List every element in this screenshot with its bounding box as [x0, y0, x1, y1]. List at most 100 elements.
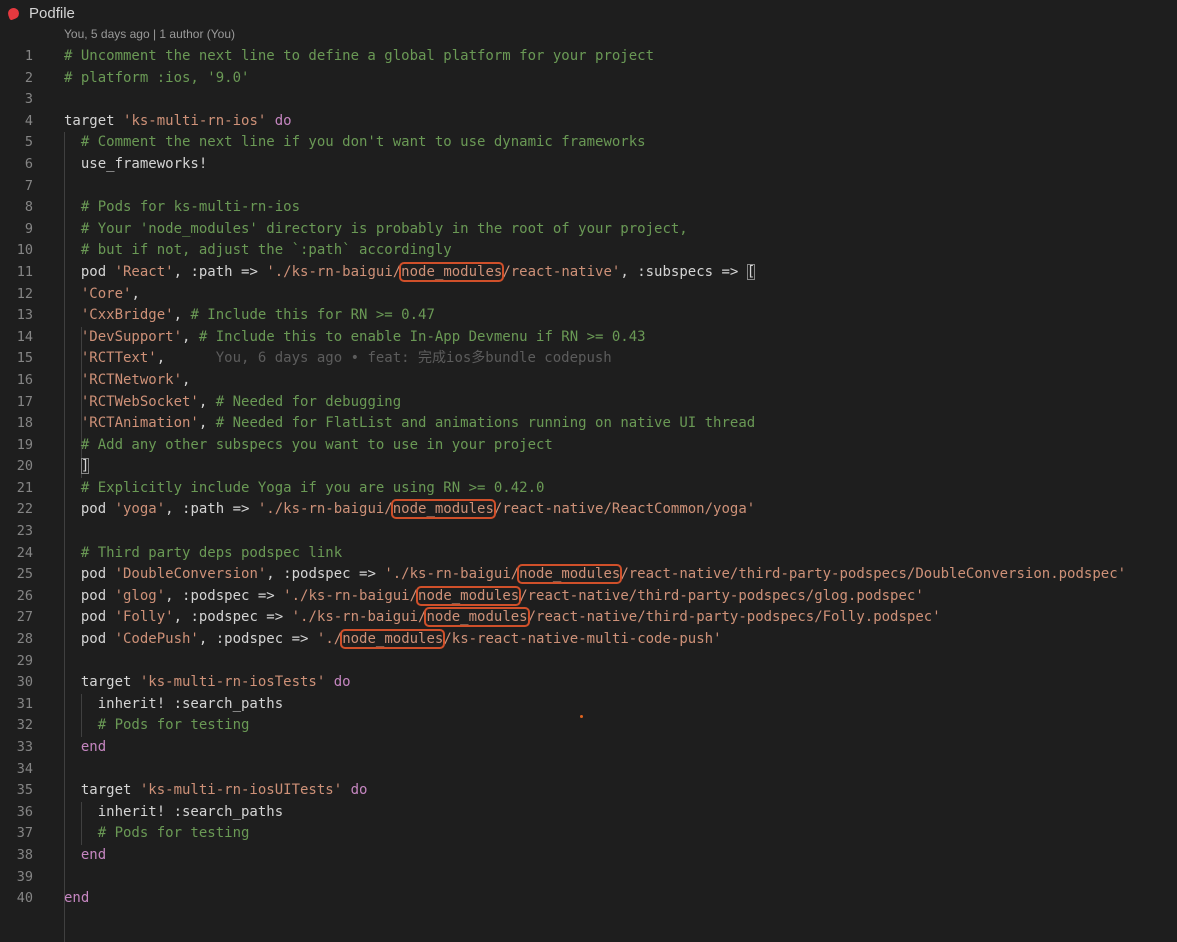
- code-line[interactable]: 36 inherit! :search_paths: [0, 802, 1177, 824]
- code-line[interactable]: 16 'RCTNetwork',: [0, 370, 1177, 392]
- code-line[interactable]: 17 'RCTWebSocket', # Needed for debuggin…: [0, 392, 1177, 414]
- code-string: './: [316, 631, 343, 648]
- line-number: 33: [16, 739, 33, 755]
- line-number: 25: [16, 566, 33, 583]
- code-content[interactable]: # Pods for testing: [64, 823, 250, 845]
- code-line[interactable]: 40 end: [0, 888, 1177, 910]
- code-content[interactable]: 'RCTText', You, 6 days ago • feat: 完成ios…: [64, 348, 612, 370]
- code-line[interactable]: 35 target 'ks-multi-rn-iosUITests' do: [0, 780, 1177, 802]
- code-string: /react-native/third-party-podspecs/Folly…: [527, 609, 941, 626]
- code-line[interactable]: 1 # Uncomment the next line to define a g…: [0, 46, 1177, 68]
- code-line[interactable]: 13 'CxxBridge', # Include this for RN >=…: [0, 305, 1177, 327]
- code-content[interactable]: 'Core',: [64, 284, 140, 306]
- code-content[interactable]: target 'ks-multi-rn-ios' do: [64, 111, 292, 133]
- code-line[interactable]: 20 ]: [0, 456, 1177, 478]
- code-content[interactable]: inherit! :search_paths: [64, 694, 283, 716]
- line-number: 24: [16, 544, 33, 561]
- code-content[interactable]: # Uncomment the next line to define a gl…: [64, 46, 654, 68]
- line-number: 9: [24, 220, 33, 237]
- code-line[interactable]: 27 pod 'Folly', :podspec => './ks-rn-bai…: [0, 607, 1177, 629]
- code-content[interactable]: # Your 'node_modules' directory is proba…: [64, 219, 688, 241]
- code-line[interactable]: 6 use_frameworks!: [0, 154, 1177, 176]
- code-content[interactable]: 'DevSupport', # Include this to enable I…: [64, 327, 646, 349]
- code-content[interactable]: end: [64, 845, 106, 867]
- code-line[interactable]: 4 target 'ks-multi-rn-ios' do: [0, 111, 1177, 133]
- code-content[interactable]: # Explicitly include Yoga if you are usi…: [64, 478, 545, 500]
- code-editor[interactable]: 1 # Uncomment the next line to define a g…: [0, 46, 1177, 942]
- code-content[interactable]: use_frameworks!: [64, 154, 207, 176]
- code-keyword: end: [64, 890, 90, 907]
- code-text: pod: [64, 501, 115, 518]
- code-content[interactable]: pod 'glog', :podspec => './ks-rn-baigui/…: [64, 585, 924, 608]
- code-content[interactable]: # Add any other subspecs you want to use…: [64, 435, 553, 457]
- code-line[interactable]: 5 # Comment the next line if you don't w…: [0, 132, 1177, 154]
- code-content[interactable]: pod 'yoga', :path => './ks-rn-baigui/nod…: [64, 499, 755, 521]
- code-content[interactable]: # platform :ios, '9.0': [64, 68, 249, 90]
- code-line[interactable]: 2 # platform :ios, '9.0': [0, 68, 1177, 90]
- code-content[interactable]: # Comment the next line if you don't wan…: [64, 132, 646, 154]
- code-line[interactable]: 26 pod 'glog', :podspec => './ks-rn-baig…: [0, 585, 1177, 608]
- code-content[interactable]: 'CxxBridge', # Include this for RN >= 0.…: [64, 305, 435, 327]
- code-content[interactable]: # but if not, adjust the `:path` accordi…: [64, 240, 452, 262]
- code-content[interactable]: pod 'CodePush', :podspec => './node_modu…: [64, 629, 722, 651]
- code-line[interactable]: 18 'RCTAnimation', # Needed for FlatList…: [0, 413, 1177, 435]
- code-string: './ks-rn-baigui/: [283, 587, 419, 604]
- code-comment: # but if not, adjust the `:path` accordi…: [64, 242, 452, 259]
- code-line[interactable]: 30 target 'ks-multi-rn-iosTests' do: [0, 672, 1177, 694]
- code-content[interactable]: ]: [64, 456, 90, 478]
- code-line[interactable]: 23: [0, 521, 1177, 543]
- code-keyword: do: [350, 782, 368, 799]
- code-line[interactable]: 25 pod 'DoubleConversion', :podspec => '…: [0, 564, 1177, 586]
- code-content[interactable]: inherit! :search_paths: [64, 802, 283, 824]
- code-line[interactable]: 3: [0, 89, 1177, 111]
- code-content[interactable]: target 'ks-multi-rn-iosTests' do: [64, 672, 351, 694]
- code-line[interactable]: 21 # Explicitly include Yoga if you are …: [0, 478, 1177, 500]
- code-line[interactable]: 8 # Pods for ks-multi-rn-ios: [0, 197, 1177, 219]
- line-number: 28: [16, 631, 33, 648]
- code-line[interactable]: 10 # but if not, adjust the `:path` acco…: [0, 240, 1177, 262]
- line-number: 4: [24, 112, 33, 129]
- code-content[interactable]: # Pods for testing: [64, 715, 250, 737]
- code-text: ,: [198, 415, 216, 432]
- code-content[interactable]: # Third party deps podspec link: [64, 543, 342, 565]
- code-line[interactable]: 28 pod 'CodePush', :podspec => './node_m…: [0, 629, 1177, 651]
- code-line[interactable]: 12 'Core',: [0, 284, 1177, 306]
- code-content[interactable]: target 'ks-multi-rn-iosUITests' do: [64, 780, 368, 802]
- code-content[interactable]: 'RCTNetwork',: [64, 370, 191, 392]
- code-content[interactable]: end: [64, 888, 89, 910]
- code-line[interactable]: 39: [0, 867, 1177, 889]
- code-string: /react-native': [502, 263, 621, 280]
- line-number: 32: [16, 717, 33, 734]
- code-line[interactable]: 31 inherit! :search_paths: [0, 694, 1177, 716]
- code-line[interactable]: 34: [0, 759, 1177, 781]
- code-line[interactable]: 9 # Your 'node_modules' directory is pro…: [0, 219, 1177, 241]
- code-line[interactable]: 19 # Add any other subspecs you want to …: [0, 435, 1177, 457]
- code-content[interactable]: 'RCTWebSocket', # Needed for debugging: [64, 392, 401, 414]
- git-blame-codelens[interactable]: You, 5 days ago | 1 author (You): [64, 27, 235, 41]
- code-line[interactable]: 14 'DevSupport', # Include this to enabl…: [0, 327, 1177, 349]
- code-string: 'ks-multi-rn-ios': [123, 112, 267, 129]
- code-line[interactable]: 7: [0, 176, 1177, 198]
- code-string: /ks-react-native-multi-code-push': [443, 631, 722, 648]
- code-keyword: end: [80, 846, 107, 863]
- code-content[interactable]: pod 'React', :path => './ks-rn-baigui/no…: [64, 261, 756, 284]
- code-line[interactable]: 15 'RCTText', You, 6 days ago • feat: 完成…: [0, 348, 1177, 370]
- code-line[interactable]: 33 end: [0, 737, 1177, 759]
- line-number: 36: [16, 803, 33, 820]
- code-line[interactable]: 32 # Pods for testing: [0, 715, 1177, 737]
- file-tab[interactable]: Podfile: [0, 0, 75, 26]
- code-line[interactable]: 29: [0, 651, 1177, 673]
- code-line[interactable]: 24 # Third party deps podspec link: [0, 543, 1177, 565]
- code-content[interactable]: end: [64, 737, 106, 759]
- code-line[interactable]: 22 pod 'yoga', :path => './ks-rn-baigui/…: [0, 499, 1177, 521]
- code-line[interactable]: 37 # Pods for testing: [0, 823, 1177, 845]
- code-content[interactable]: 'RCTAnimation', # Needed for FlatList an…: [64, 413, 755, 435]
- code-line[interactable]: 11 pod 'React', :path => './ks-rn-baigui…: [0, 261, 1177, 284]
- code-content[interactable]: pod 'DoubleConversion', :podspec => './k…: [64, 564, 1126, 586]
- code-content[interactable]: pod 'Folly', :podspec => './ks-rn-baigui…: [64, 607, 941, 629]
- line-number: 22: [16, 501, 33, 518]
- code-line[interactable]: 38 end: [0, 845, 1177, 867]
- code-content[interactable]: # Pods for ks-multi-rn-ios: [64, 197, 300, 219]
